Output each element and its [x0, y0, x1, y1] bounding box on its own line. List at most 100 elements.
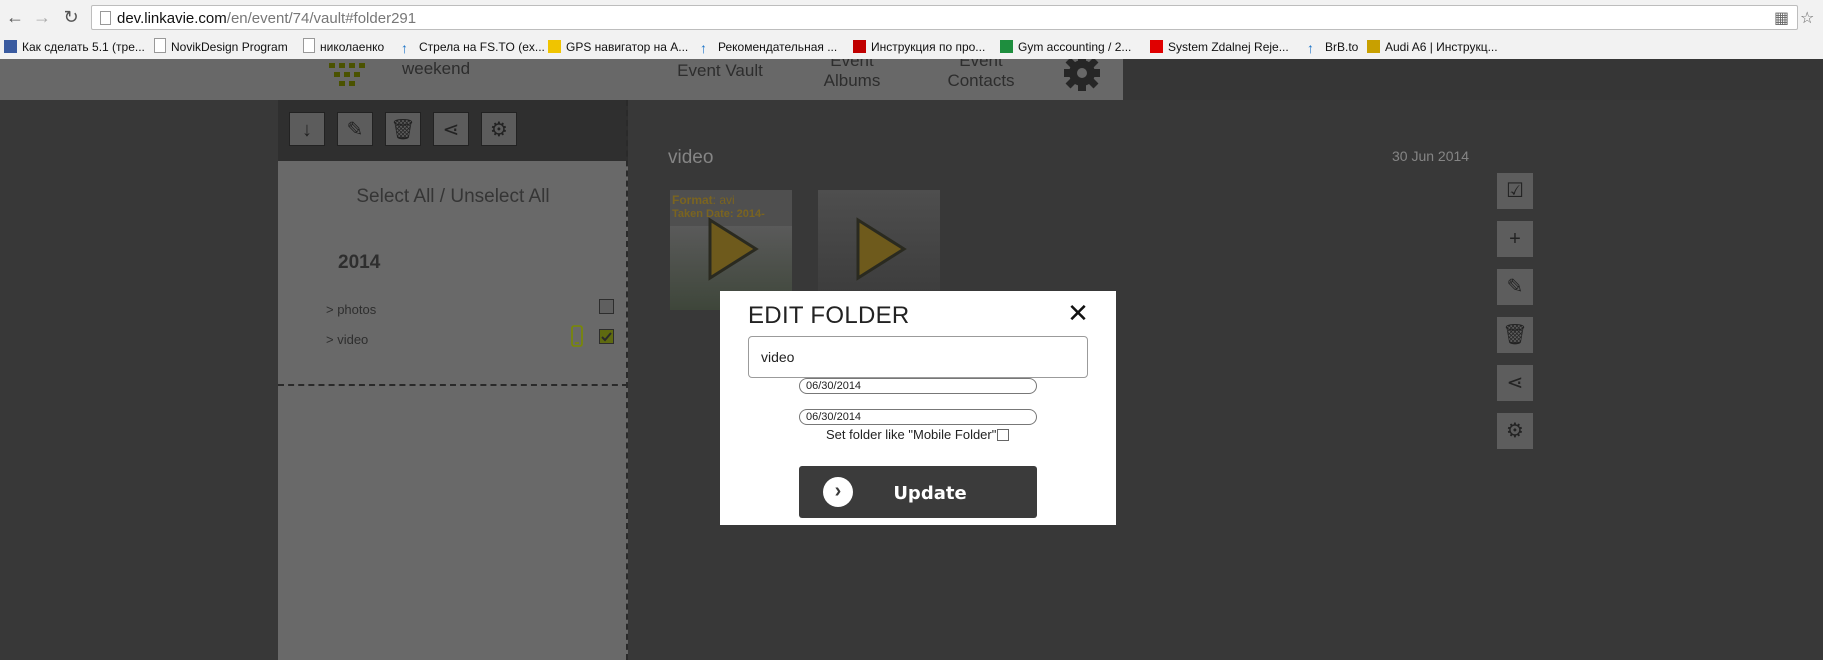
nav-label-top: Event	[830, 59, 874, 70]
select-check-icon: ☑	[1506, 180, 1524, 202]
bookmark-label: BrB.to	[1325, 40, 1359, 54]
thumb-format: Format: avi	[672, 194, 735, 206]
thumb-format-value: : avi	[712, 193, 735, 207]
share-folder-button[interactable]: ⋖	[1497, 365, 1533, 401]
info-icon	[853, 40, 866, 53]
address-bar[interactable]: dev.linkavie.com/en/event/74/vault#folde…	[91, 5, 1798, 30]
year-heading: 2014	[338, 252, 381, 273]
bookmark-label: NovikDesign Program	[171, 40, 288, 54]
gps-icon	[548, 40, 561, 53]
delete-button[interactable]: 🗑	[385, 112, 421, 146]
bookmark-label: Стрела на FS.TO (ex...	[419, 40, 545, 54]
download-button[interactable]: ↓	[289, 112, 325, 146]
bookmark-item[interactable]: GPS навигатор на A...	[548, 37, 688, 57]
edit-folder-button[interactable]: ✎	[1497, 269, 1533, 305]
dialog-title: EDIT FOLDER	[748, 302, 910, 329]
check-icon	[601, 332, 612, 342]
panel-resize-handle[interactable]	[626, 100, 628, 660]
trash-icon: 🗑	[390, 119, 416, 141]
bookmark-label: Как сделать 5.1 (тре...	[22, 40, 145, 54]
share-button[interactable]: ⋖	[433, 112, 469, 146]
folder-checkbox-video[interactable]	[599, 329, 614, 344]
panel-divider	[278, 384, 628, 386]
forward-arrow-icon[interactable]: →	[31, 6, 53, 28]
arrow-up-icon: ↑	[401, 40, 408, 56]
settings-button[interactable]: ⚙	[481, 112, 517, 146]
folder-checkbox-photos[interactable]	[599, 299, 614, 314]
update-button-label: Update	[893, 483, 967, 504]
folder-date: 30 Jun 2014	[1392, 148, 1470, 164]
bookmark-label: System Zdalnej Reje...	[1168, 40, 1289, 54]
logo-icon[interactable]	[325, 59, 373, 91]
date-to-input[interactable]	[799, 409, 1037, 425]
settings-gear-icon[interactable]	[1060, 59, 1104, 95]
bookmark-item[interactable]: ↑ Рекомендательная ...	[700, 37, 837, 57]
folder-name-input[interactable]	[748, 336, 1088, 378]
bookmark-item[interactable]: Как сделать 5.1 (тре...	[4, 37, 145, 57]
select-all-link[interactable]: Select All / Unselect All	[278, 186, 628, 208]
url-text: dev.linkavie.com/en/event/74/vault#folde…	[117, 10, 416, 27]
bookmark-item[interactable]: николаенко	[303, 37, 384, 57]
nav-event-contacts[interactable]: Event Contacts	[928, 59, 1034, 91]
play-icon	[856, 217, 907, 281]
delete-folder-button[interactable]: 🗑	[1497, 317, 1533, 353]
close-icon[interactable]: ✕	[1066, 300, 1090, 326]
edit-icon: ✎	[346, 119, 364, 141]
folder-item-video[interactable]: > video	[326, 332, 368, 347]
nav-label-top: Event	[959, 59, 1003, 70]
bookmark-label: Инструкция по про...	[871, 40, 986, 54]
bookmark-item[interactable]: NovikDesign Program	[154, 37, 288, 57]
bookmark-item[interactable]: ↑ BrB.to	[1307, 37, 1358, 57]
mobile-folder-checkbox[interactable]	[997, 429, 1009, 441]
bookmark-item[interactable]: Инструкция по про...	[853, 37, 985, 57]
flag-icon	[1150, 40, 1163, 53]
nav-label: Contacts	[947, 71, 1015, 90]
folder-title: video	[668, 147, 714, 168]
arrow-up-icon: ↑	[1307, 40, 1314, 56]
select-all-button[interactable]: ☑	[1497, 173, 1533, 209]
bookmark-label: Audi A6 | Инструкц...	[1385, 40, 1498, 54]
add-icon: +	[1509, 228, 1521, 250]
bookmark-label: Gym accounting / 2...	[1018, 40, 1132, 54]
settings-icon: ⚙	[1506, 420, 1524, 442]
bookmark-label: Рекомендательная ...	[718, 40, 838, 54]
download-icon: ↓	[302, 119, 312, 141]
nav-event-albums[interactable]: Event Albums	[800, 59, 904, 91]
bookmark-item[interactable]: System Zdalnej Reje...	[1150, 37, 1289, 57]
folder-item-photos[interactable]: > photos	[326, 302, 376, 317]
nav-label: Event Vault	[677, 61, 763, 80]
browser-toolbar: ← → ↻ dev.linkavie.com/en/event/74/vault…	[0, 0, 1823, 35]
arrow-up-icon: ↑	[700, 40, 707, 56]
bookmark-item[interactable]: Audi A6 | Инструкц...	[1367, 37, 1498, 57]
bookmark-item[interactable]: Gym accounting / 2...	[1000, 37, 1131, 57]
add-button[interactable]: +	[1497, 221, 1533, 257]
date-from-input[interactable]	[799, 378, 1037, 394]
mobile-phone-icon	[571, 325, 583, 347]
sheets-icon	[1000, 40, 1013, 53]
nav-event-vault[interactable]: Event Vault	[660, 59, 780, 81]
share-icon: ⋖	[442, 119, 460, 141]
edit-button[interactable]: ✎	[337, 112, 373, 146]
back-arrow-icon[interactable]: ←	[4, 6, 26, 28]
reload-icon[interactable]: ↻	[60, 6, 82, 28]
page-icon	[100, 11, 111, 25]
settings-icon: ⚙	[490, 119, 508, 141]
translate-icon[interactable]: ▦	[1774, 8, 1789, 28]
folder-settings-button[interactable]: ⚙	[1497, 413, 1533, 449]
page-icon	[154, 38, 166, 53]
page-icon	[303, 38, 315, 53]
site-header: weekend Event Vault Event Albums Event C…	[0, 59, 1123, 100]
mobile-folder-label: Set folder like "Mobile Folder"	[826, 427, 997, 442]
edit-icon: ✎	[1506, 276, 1524, 298]
header-filler	[1123, 59, 1823, 100]
url-path: /en/event/74/vault#folder291	[226, 10, 417, 27]
bookmark-item[interactable]: ↑ Стрела на FS.TO (ex...	[401, 37, 545, 57]
logo-text: weekend	[402, 59, 471, 78]
play-icon	[708, 217, 759, 281]
chevron-right-icon: ›	[823, 477, 853, 507]
bookmark-label: GPS навигатор на A...	[566, 40, 689, 54]
bookmark-star-icon[interactable]: ☆	[1800, 8, 1814, 28]
trash-icon: 🗑	[1502, 324, 1528, 346]
car-icon	[1367, 40, 1380, 53]
share-icon: ⋖	[1506, 372, 1524, 394]
